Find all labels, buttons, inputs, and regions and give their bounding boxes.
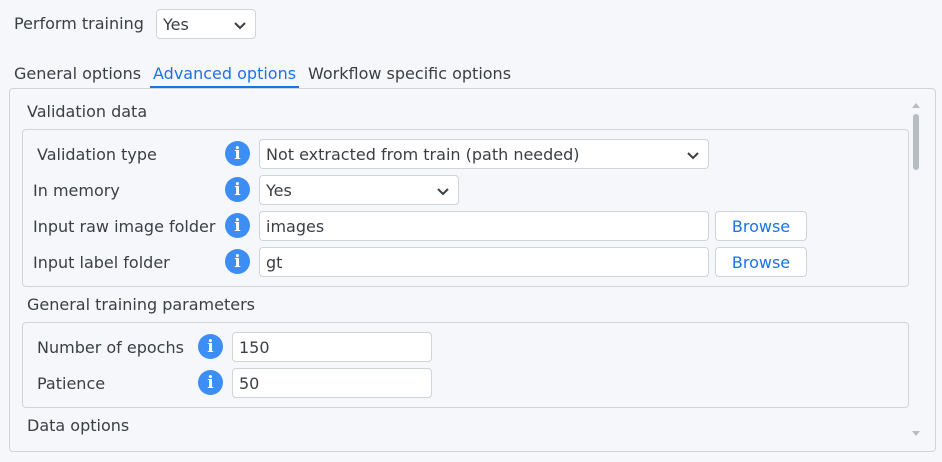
tab-workflow-specific-options[interactable]: Workflow specific options [308, 64, 511, 83]
validation-type-select[interactable]: Not extracted from train (path needed) [259, 139, 709, 169]
info-icon[interactable]: i [225, 177, 250, 202]
validation-type-value: Not extracted from train (path needed) [266, 144, 580, 164]
scroll-up-icon[interactable] [912, 102, 920, 110]
in-memory-select[interactable]: Yes [259, 175, 459, 205]
patience-value: 50 [239, 373, 260, 393]
browse-raw-folder-button[interactable]: Browse [715, 211, 807, 241]
label-folder-label: Input label folder [33, 253, 170, 272]
perform-training-value: Yes [163, 14, 189, 34]
label-folder-input[interactable]: gt [259, 247, 709, 277]
chevron-down-icon [437, 188, 449, 196]
info-icon[interactable]: i [225, 249, 250, 274]
patience-input[interactable]: 50 [232, 368, 432, 398]
tab-general-options[interactable]: General options [14, 64, 141, 83]
epochs-input[interactable]: 150 [232, 332, 432, 362]
scrollbar[interactable] [910, 101, 922, 439]
label-folder-value: gt [266, 252, 283, 272]
in-memory-value: Yes [266, 180, 292, 200]
perform-training-label: Perform training [14, 14, 144, 33]
epochs-label: Number of epochs [37, 338, 184, 357]
scroll-down-icon[interactable] [912, 429, 920, 437]
info-icon[interactable]: i [198, 334, 223, 359]
validation-type-label: Validation type [37, 145, 157, 164]
tab-advanced-options[interactable]: Advanced options [153, 64, 296, 83]
info-icon[interactable]: i [225, 213, 250, 238]
scrollbar-thumb[interactable] [913, 114, 919, 170]
info-icon[interactable]: i [225, 141, 250, 166]
chevron-down-icon [687, 152, 699, 160]
raw-image-folder-value: images [266, 216, 325, 236]
browse-label-folder-button[interactable]: Browse [715, 247, 807, 277]
raw-image-folder-input[interactable]: images [259, 211, 709, 241]
raw-image-folder-label: Input raw image folder [33, 217, 216, 236]
training-section-title: General training parameters [27, 295, 256, 314]
patience-label: Patience [37, 374, 106, 393]
in-memory-label: In memory [33, 181, 120, 200]
perform-training-select[interactable]: Yes [156, 9, 256, 39]
data-options-section-title: Data options [27, 416, 130, 435]
info-icon[interactable]: i [198, 370, 223, 395]
epochs-value: 150 [239, 337, 270, 357]
chevron-down-icon [234, 22, 246, 30]
validation-section-title: Validation data [27, 102, 148, 121]
training-group [22, 322, 909, 408]
